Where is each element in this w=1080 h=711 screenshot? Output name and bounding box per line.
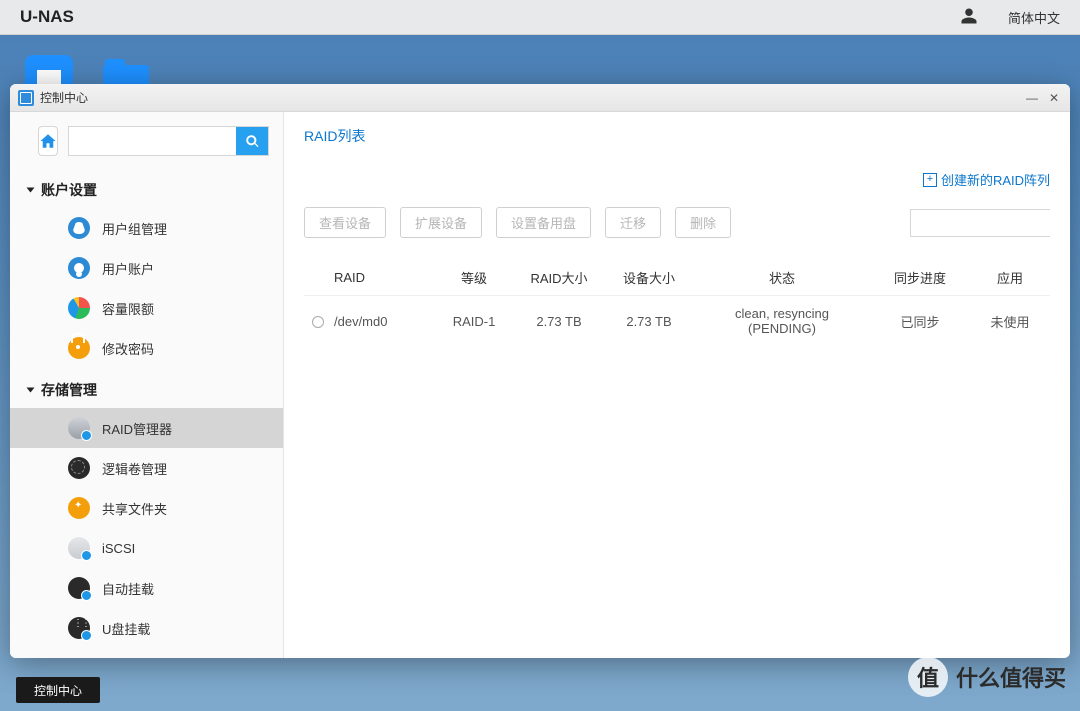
window-title: 控制中心 bbox=[40, 89, 88, 106]
home-button[interactable] bbox=[38, 126, 58, 156]
sidebar-item-label: U盘挂载 bbox=[102, 619, 150, 638]
set-spare-button[interactable]: 设置备用盘 bbox=[496, 207, 591, 238]
automount-icon bbox=[68, 577, 90, 599]
lock-icon bbox=[68, 337, 90, 359]
iscsi-icon bbox=[68, 537, 90, 559]
usergroup-icon bbox=[68, 217, 90, 239]
sidebar-item-label: 共享文件夹 bbox=[102, 499, 167, 518]
watermark-text: 什么值得买 bbox=[956, 661, 1066, 693]
sidebar-item-share[interactable]: 共享文件夹 bbox=[10, 488, 283, 528]
sidebar-item-label: 用户组管理 bbox=[102, 219, 167, 238]
sidebar-search-button[interactable] bbox=[236, 127, 268, 155]
sidebar-item-quota[interactable]: 容量限额 bbox=[10, 288, 283, 328]
control-center-window: 控制中心 — ✕ 账户设置 bbox=[10, 84, 1070, 658]
language-switch[interactable]: 简体中文 bbox=[1008, 8, 1060, 27]
user-icon bbox=[68, 257, 90, 279]
window-icon bbox=[18, 90, 34, 106]
titlebar[interactable]: 控制中心 — ✕ bbox=[10, 84, 1070, 112]
delete-button[interactable]: 删除 bbox=[675, 207, 731, 238]
chevron-down-icon bbox=[27, 388, 35, 393]
close-button[interactable]: ✕ bbox=[1046, 90, 1062, 106]
sidebar-search[interactable] bbox=[68, 126, 269, 156]
sidebar-item-password[interactable]: 修改密码 bbox=[10, 328, 283, 368]
logo: U-NAS bbox=[20, 7, 74, 27]
group-account[interactable]: 账户设置 bbox=[10, 168, 283, 208]
col-devsize: 设备大小 bbox=[604, 260, 694, 296]
sidebar: 账户设置 用户组管理 用户账户 容量限额 修改密码 存储管理 bbox=[10, 112, 284, 658]
table-header-row: RAID 等级 RAID大小 设备大小 状态 同步进度 应用 bbox=[304, 260, 1050, 296]
main-panel: RAID列表 + 创建新的RAID阵列 查看设备 扩展设备 设置备用盘 迁移 删… bbox=[284, 112, 1070, 658]
topbar: U-NAS 简体中文 bbox=[0, 0, 1080, 35]
sidebar-item-user[interactable]: 用户账户 bbox=[10, 248, 283, 288]
col-app: 应用 bbox=[970, 260, 1050, 296]
sidebar-item-label: RAID管理器 bbox=[102, 419, 172, 438]
chevron-down-icon bbox=[27, 188, 35, 193]
usb-icon bbox=[68, 617, 90, 639]
toolbar: 查看设备 扩展设备 设置备用盘 迁移 删除 bbox=[304, 207, 1050, 238]
sidebar-item-automount[interactable]: 自动挂载 bbox=[10, 568, 283, 608]
sidebar-search-input[interactable] bbox=[69, 127, 236, 155]
sidebar-item-usergroup[interactable]: 用户组管理 bbox=[10, 208, 283, 248]
raid-icon bbox=[68, 417, 90, 439]
raid-table: RAID 等级 RAID大小 设备大小 状态 同步进度 应用 /dev/md0 … bbox=[304, 260, 1050, 346]
watermark: 值 什么值得买 bbox=[908, 657, 1066, 697]
col-raidsize: RAID大小 bbox=[514, 260, 604, 296]
taskbar-item[interactable]: 控制中心 bbox=[16, 677, 100, 703]
migrate-button[interactable]: 迁移 bbox=[605, 207, 661, 238]
col-raid: RAID bbox=[304, 260, 434, 296]
table-row[interactable]: /dev/md0 RAID-1 2.73 TB 2.73 TB clean, r… bbox=[304, 296, 1050, 347]
minimize-button[interactable]: — bbox=[1024, 90, 1040, 106]
watermark-icon: 值 bbox=[908, 657, 948, 697]
col-sync: 同步进度 bbox=[870, 260, 970, 296]
sidebar-item-lvm[interactable]: 逻辑卷管理 bbox=[10, 448, 283, 488]
sidebar-item-label: 用户账户 bbox=[102, 259, 154, 278]
sidebar-item-raid[interactable]: RAID管理器 bbox=[10, 408, 283, 448]
sidebar-item-usbmount[interactable]: U盘挂载 bbox=[10, 608, 283, 648]
col-status: 状态 bbox=[694, 260, 870, 296]
plus-icon: + bbox=[923, 173, 937, 187]
sidebar-item-label: 容量限额 bbox=[102, 299, 154, 318]
group-storage[interactable]: 存储管理 bbox=[10, 368, 283, 408]
sidebar-item-label: 逻辑卷管理 bbox=[102, 459, 167, 478]
extend-device-button[interactable]: 扩展设备 bbox=[400, 207, 482, 238]
page-title: RAID列表 bbox=[304, 126, 1050, 146]
share-icon bbox=[68, 497, 90, 519]
create-raid-link[interactable]: + 创建新的RAID阵列 bbox=[923, 170, 1050, 189]
lvm-icon bbox=[68, 457, 90, 479]
row-select-radio[interactable] bbox=[312, 316, 324, 328]
view-device-button[interactable]: 查看设备 bbox=[304, 207, 386, 238]
user-icon[interactable] bbox=[960, 7, 978, 28]
main-search[interactable] bbox=[910, 209, 1050, 237]
col-level: 等级 bbox=[434, 260, 514, 296]
sidebar-item-label: iSCSI bbox=[102, 541, 135, 556]
sidebar-item-label: 修改密码 bbox=[102, 339, 154, 358]
sidebar-item-label: 自动挂载 bbox=[102, 579, 154, 598]
quota-icon bbox=[68, 297, 90, 319]
main-search-input[interactable] bbox=[911, 210, 1070, 236]
sidebar-item-iscsi[interactable]: iSCSI bbox=[10, 528, 283, 568]
